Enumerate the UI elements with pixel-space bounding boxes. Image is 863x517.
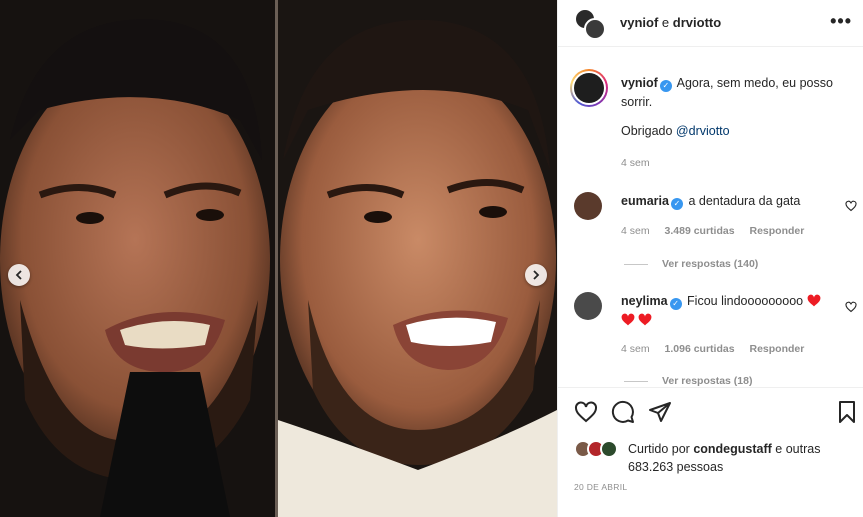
liker-avatars xyxy=(574,440,624,460)
avatar[interactable] xyxy=(574,192,602,220)
caption-thanks: Obrigado @drviotto xyxy=(621,124,730,138)
avatar xyxy=(584,18,606,40)
comment-likes[interactable]: 3.489 curtidas xyxy=(665,225,735,237)
heart-icon[interactable] xyxy=(574,400,598,424)
red-heart-emoji-icon xyxy=(807,294,821,307)
comment-time[interactable]: 4 sem xyxy=(621,343,650,355)
mention-link[interactable]: @drviotto xyxy=(676,124,730,138)
comment-username[interactable]: neylima xyxy=(621,294,668,308)
view-replies[interactable]: Ver respostas (18) xyxy=(624,375,752,387)
red-heart-emoji-icon xyxy=(621,313,635,326)
share-icon[interactable] xyxy=(648,400,672,424)
avatar[interactable] xyxy=(574,292,602,320)
before-photo xyxy=(0,0,275,517)
comment: eumaria ✓ a dentadura da gata xyxy=(621,192,836,211)
likes-text: Curtido por condegustaff e outras 683.26… xyxy=(628,440,848,476)
verified-badge-icon: ✓ xyxy=(670,198,683,210)
caption-avatar[interactable] xyxy=(570,69,608,107)
verified-badge-icon: ✓ xyxy=(659,80,672,92)
bookmark-icon[interactable] xyxy=(835,400,859,424)
view-replies[interactable]: Ver respostas (140) xyxy=(624,258,758,270)
like-comment-heart-icon[interactable] xyxy=(845,200,857,212)
author-link[interactable]: drviotto xyxy=(673,15,721,30)
chevron-right-icon xyxy=(533,270,540,280)
comment-text: Ficou lindooooooooo xyxy=(687,294,804,308)
likes-prefix: Curtido por xyxy=(628,442,690,456)
like-comment-heart-icon[interactable] xyxy=(845,301,857,313)
reply-button[interactable]: Responder xyxy=(749,225,804,237)
liker-username[interactable]: condegustaff xyxy=(693,442,771,456)
comment-icon[interactable] xyxy=(611,400,635,424)
collab-avatars[interactable] xyxy=(574,8,606,40)
caption-username[interactable]: vyniof xyxy=(621,76,658,90)
post-authors: vyniof e drviotto xyxy=(620,15,721,30)
red-heart-emoji-icon xyxy=(639,313,652,326)
likes-conjunction: e xyxy=(775,442,783,456)
view-replies-label[interactable]: Ver respostas (18) xyxy=(662,375,752,387)
caption: vyniof ✓ Agora, sem medo, eu posso sorrir… xyxy=(621,74,846,112)
avatar xyxy=(600,440,618,458)
replies-line xyxy=(624,380,648,382)
post-date[interactable]: 20 DE ABRIL xyxy=(574,482,627,492)
chevron-left-icon xyxy=(15,270,22,280)
comment: neylima ✓ Ficou lindooooooooo xyxy=(621,292,836,330)
author-link[interactable]: vyniof xyxy=(620,15,658,30)
caption-time[interactable]: 4 sem xyxy=(621,157,650,169)
comment-text: a dentadura da gata xyxy=(688,194,801,208)
replies-line xyxy=(624,263,648,265)
post-actions: Curtido por condegustaff e outras 683.26… xyxy=(558,387,863,517)
authors-conjunction: e xyxy=(661,15,670,30)
comment-time[interactable]: 4 sem xyxy=(621,225,650,237)
comment-meta: 4 sem 3.489 curtidas Responder xyxy=(621,225,816,237)
comment-username[interactable]: eumaria xyxy=(621,194,669,208)
next-button[interactable] xyxy=(525,264,547,286)
reply-button[interactable]: Responder xyxy=(749,343,804,355)
thanks-prefix: Obrigado xyxy=(621,124,673,138)
more-options-icon[interactable]: ••• xyxy=(830,12,852,30)
verified-badge-icon: ✓ xyxy=(669,298,682,310)
after-photo xyxy=(278,0,557,517)
previous-button[interactable] xyxy=(8,264,30,286)
comment-meta: 4 sem 1.096 curtidas Responder xyxy=(621,343,816,355)
comment-likes[interactable]: 1.096 curtidas xyxy=(665,343,735,355)
view-replies-label[interactable]: Ver respostas (140) xyxy=(662,258,758,270)
post-media[interactable] xyxy=(0,0,557,517)
post-header: vyniof e drviotto ••• xyxy=(558,0,863,47)
post-side-panel: vyniof e drviotto ••• vyniof ✓ Agora, sem… xyxy=(557,0,863,517)
